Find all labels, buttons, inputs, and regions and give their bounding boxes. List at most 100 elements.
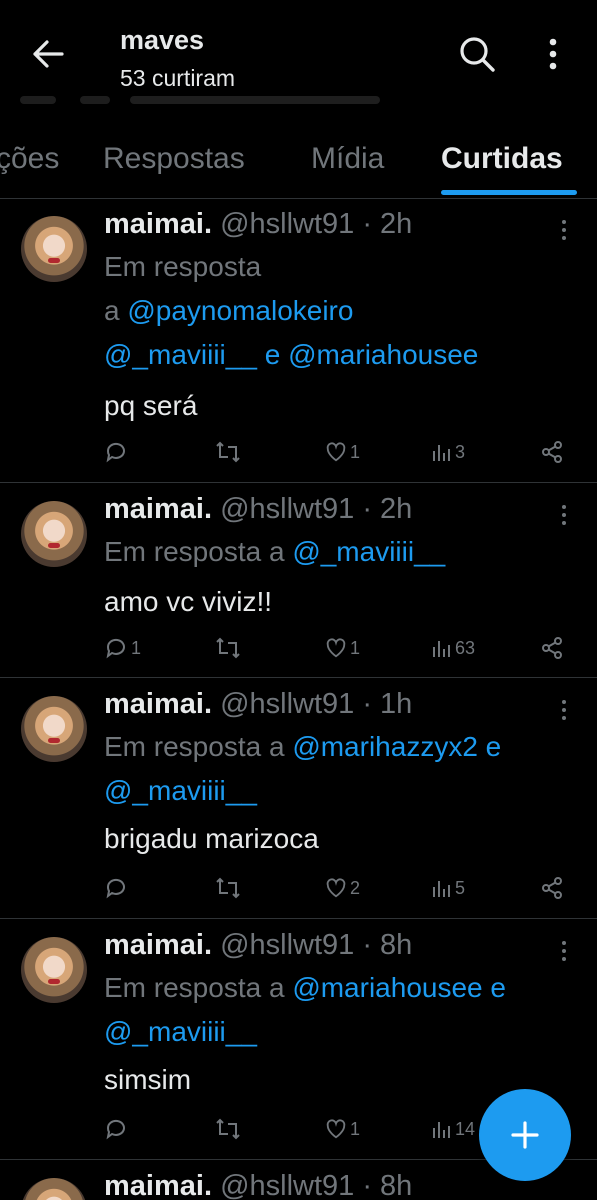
tweet-actions: 2 5 [0,873,597,903]
reply-icon [106,638,125,659]
tab-media[interactable]: Mídia [311,142,384,176]
reply-context: Em resposta a @_maviiii__ [104,530,445,574]
profile-tabs: ções Respostas Mídia Curtidas [0,120,597,199]
share-icon [542,441,562,463]
share-icon [542,877,562,899]
reply-prefix: Em resposta [104,251,262,282]
share-button[interactable] [540,437,564,467]
mention-link[interactable]: @paynomalokeiro [127,295,353,326]
display-name[interactable]: maimai. [104,208,212,240]
view-count: 63 [455,637,476,658]
compose-button[interactable] [479,1089,571,1181]
display-name[interactable]: maimai. [104,1170,212,1200]
retweet-icon [216,877,240,899]
display-name[interactable]: maimai. [104,688,212,720]
back-arrow-icon [33,40,64,68]
handle-and-time: @hsllwt91 · 2h [220,208,413,240]
reply-prefix-a: a [104,295,128,326]
reply-button[interactable] [104,1114,131,1144]
reply-prefix: Em resposta a [104,972,293,1003]
like-count: 1 [350,1118,361,1139]
mention-link[interactable]: @marihazzyx2 [292,731,478,762]
reply-prefix: Em resposta a [104,536,293,567]
handle-and-time: @hsllwt91 · 8h [220,929,413,961]
reply-button[interactable]: 1 [104,633,141,663]
handle-and-time: @hsllwt91 · 2h [220,493,413,525]
display-name[interactable]: maimai. [104,493,212,525]
likes-count: 53 curtiram [120,65,236,91]
avatar[interactable] [21,937,87,1003]
tweet-header: maimai. @hsllwt91 · 2h [104,493,412,526]
more-options-button[interactable] [536,33,570,75]
search-icon [460,37,495,72]
plus-icon [511,1121,539,1149]
handle-and-time: @hsllwt91 · 8h [220,1170,413,1200]
avatar[interactable] [21,696,87,762]
avatar[interactable] [21,1178,87,1200]
views-button[interactable]: 14 [432,1114,475,1144]
avatar[interactable] [21,216,87,282]
tweet-more-icon[interactable] [556,939,572,963]
retweet-button[interactable] [215,633,241,663]
like-count: 1 [350,441,361,462]
mention-link[interactable]: @_maviiii__ [104,775,257,806]
views-button[interactable]: 3 [432,437,465,467]
like-button[interactable]: 2 [325,873,360,903]
reply-button[interactable] [104,873,131,903]
tweet[interactable]: maimai. @hsllwt91 · 2h Em resposta a @pa… [0,198,597,483]
like-count: 2 [350,877,361,898]
views-button[interactable]: 63 [432,633,475,663]
avatar[interactable] [21,501,87,567]
views-icon [433,1122,450,1138]
reply-button[interactable] [104,437,131,467]
tweet-text: simsim [104,1064,192,1095]
like-button[interactable]: 1 [325,633,360,663]
display-name[interactable]: maimai. [104,929,212,961]
reply-icon [106,1119,125,1140]
reply-icon [106,878,125,899]
reply-icon [106,442,125,463]
tweet-actions: 1 3 [0,437,597,467]
views-icon [433,881,450,897]
like-icon [326,878,346,898]
tab-highlights[interactable]: ções [0,142,59,176]
tweet-more-icon[interactable] [556,503,572,527]
retweet-button[interactable] [215,437,241,467]
reply-conjunction: e [482,972,506,1003]
tab-likes[interactable]: Curtidas [441,142,563,176]
tweet-text: brigadu marizoca [104,823,319,854]
profile-name: maves [120,25,205,55]
tab-replies[interactable]: Respostas [103,142,245,176]
tweet-more-icon[interactable] [556,218,572,242]
views-button[interactable]: 5 [432,873,465,903]
mention-link[interactable]: @mariahousee [288,339,478,370]
retweet-icon [216,441,240,463]
back-button[interactable] [28,34,68,74]
like-count: 1 [350,637,361,658]
top-app-bar: maves 53 curtiram [0,0,597,110]
tweet-header: maimai. @hsllwt91 · 8h [104,929,412,962]
mention-link[interactable]: @_maviiii__ [292,536,445,567]
retweet-button[interactable] [215,1114,241,1144]
like-button[interactable]: 1 [325,1114,360,1144]
tweet-header: maimai. @hsllwt91 · 8h [104,1170,412,1200]
like-button[interactable]: 1 [325,437,360,467]
tweet-more-icon[interactable] [556,698,572,722]
mention-link[interactable]: @mariahousee [292,972,482,1003]
tweet-text: amo vc viviz!! [104,586,273,617]
tweet-actions: 1 1 63 [0,633,597,663]
mention-link[interactable]: @_maviiii__ [104,1016,257,1047]
tweet[interactable]: maimai. @hsllwt91 · 1h Em resposta a @ma… [0,678,597,919]
retweet-icon [216,637,240,659]
tweet[interactable]: maimai. @hsllwt91 · 2h Em resposta a @_m… [0,483,597,678]
more-vertical-icon [549,38,557,70]
mention-link[interactable]: @_maviiii__ [104,339,257,370]
active-tab-indicator [441,190,577,195]
tweet-header: maimai. @hsllwt91 · 1h [104,688,412,721]
search-button[interactable] [456,33,498,75]
views-icon [433,445,450,461]
handle-and-time: @hsllwt91 · 1h [220,688,413,720]
retweet-button[interactable] [215,873,241,903]
share-button[interactable] [540,873,564,903]
share-button[interactable] [540,633,564,663]
